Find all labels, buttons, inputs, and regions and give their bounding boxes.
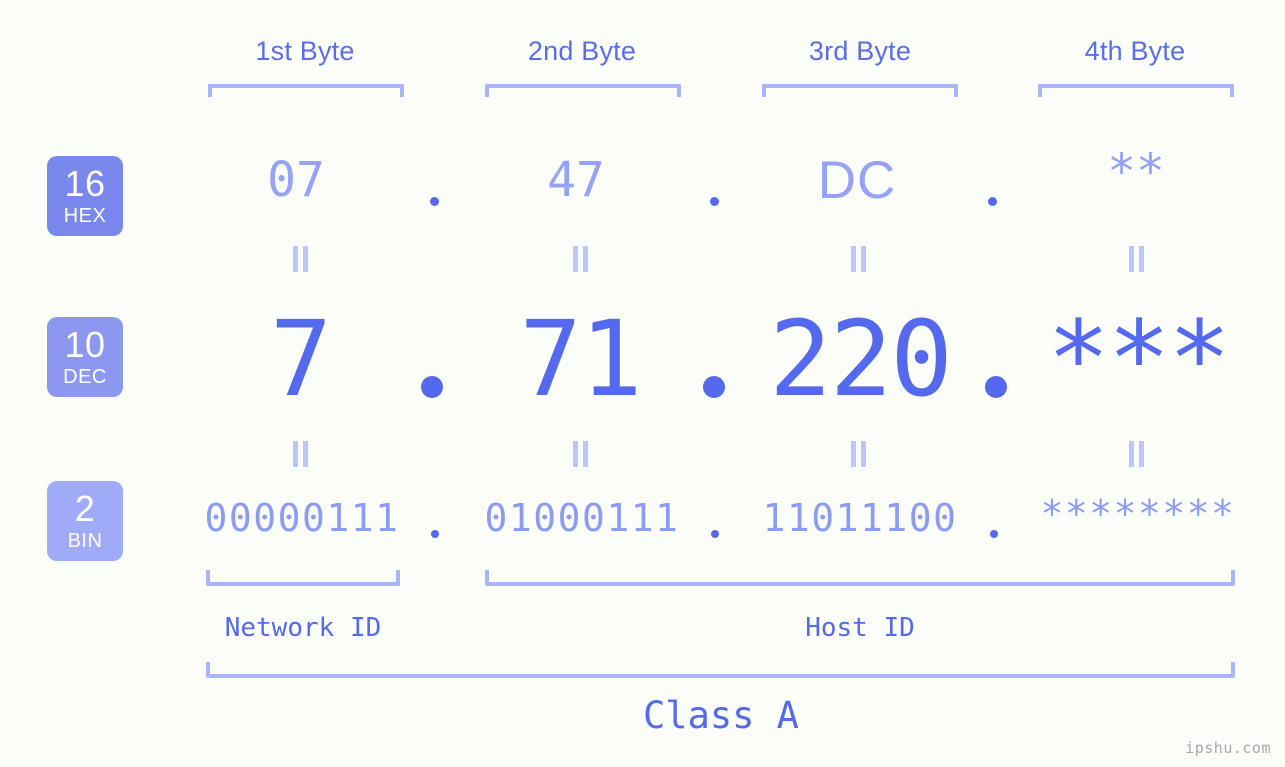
class-bracket [206, 662, 1235, 678]
host-id-bracket [485, 570, 1235, 586]
bin-byte-4: ******** [1040, 492, 1236, 536]
base-badge-bin-label: BIN [67, 530, 103, 552]
byte-bracket-3 [762, 84, 958, 97]
class-label: Class A [643, 694, 799, 737]
dec-separator-dot-1 [421, 376, 443, 398]
dec-byte-3: 220 [769, 298, 953, 420]
byte-header-3: 3rd Byte [808, 36, 912, 66]
equals-connector-hex-dec-2 [573, 246, 588, 272]
hex-separator-dot-1 [430, 197, 439, 206]
equals-connector-dec-bin-2 [573, 441, 588, 467]
equals-connector-dec-bin-4 [1129, 441, 1144, 467]
bin-byte-3: 11011100 [762, 496, 958, 540]
dec-separator-dot-3 [985, 376, 1007, 398]
bin-byte-2: 01000111 [484, 496, 680, 540]
equals-connector-hex-dec-1 [293, 246, 308, 272]
byte-header-4: 4th Byte [1084, 36, 1186, 66]
byte-bracket-1 [208, 84, 404, 97]
bin-byte-1: 00000111 [204, 496, 400, 540]
byte-header-2: 2nd Byte [527, 36, 637, 66]
base-badge-bin-number: 2 [74, 488, 96, 529]
equals-connector-dec-bin-1 [293, 441, 308, 467]
equals-connector-hex-dec-4 [1129, 246, 1144, 272]
network-id-bracket [206, 570, 400, 586]
base-badge-hex-number: 16 [64, 163, 106, 204]
network-id-label: Network ID [224, 613, 382, 643]
bin-separator-dot-2 [711, 530, 719, 538]
hex-byte-1: 07 [267, 152, 325, 208]
hex-separator-dot-2 [710, 197, 719, 206]
hex-byte-2: 47 [547, 152, 605, 208]
ip-address-breakdown-diagram: 1st Byte 2nd Byte 3rd Byte 4th Byte 16 H… [0, 0, 1285, 767]
equals-connector-hex-dec-3 [851, 246, 866, 272]
dec-separator-dot-2 [703, 376, 725, 398]
byte-bracket-4 [1038, 84, 1234, 97]
dec-byte-1: 7 [269, 298, 333, 420]
bin-separator-dot-3 [990, 530, 998, 538]
dec-byte-4: *** [1047, 298, 1231, 420]
site-watermark: ipshu.com [1185, 739, 1271, 757]
base-badge-dec-label: DEC [63, 366, 107, 388]
equals-connector-dec-bin-3 [851, 441, 866, 467]
base-badge-hex-label: HEX [63, 205, 107, 227]
base-badge-dec-number: 10 [64, 324, 106, 365]
dec-byte-2: 71 [519, 298, 642, 420]
host-id-label: Host ID [805, 613, 915, 643]
bin-separator-dot-1 [431, 530, 439, 538]
hex-separator-dot-3 [988, 197, 997, 206]
byte-bracket-2 [485, 84, 681, 97]
base-badge-hex: 16 HEX [47, 156, 123, 236]
hex-byte-3: DC [817, 151, 897, 210]
base-badge-bin: 2 BIN [47, 481, 123, 561]
byte-header-1: 1st Byte [255, 36, 355, 66]
base-badge-dec: 10 DEC [47, 317, 123, 397]
hex-byte-4: ** [1107, 144, 1165, 200]
